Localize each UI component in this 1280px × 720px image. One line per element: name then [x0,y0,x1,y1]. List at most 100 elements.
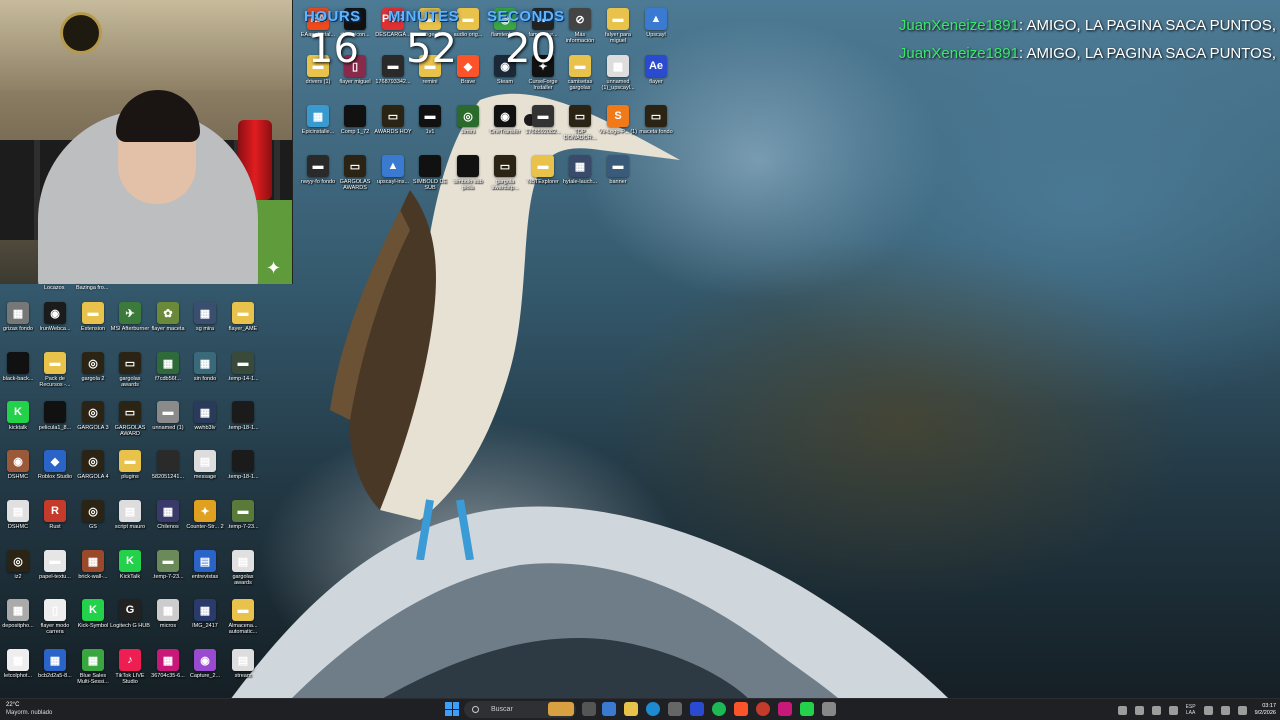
desktop-icon[interactable]: ◉ OneTransfer [486,105,524,151]
desktop-icon[interactable]: pelicula1_8... [36,401,74,447]
desktop-icon[interactable]: ▬ Pack de Recursos -... [36,352,74,398]
desktop-icon[interactable]: G Logitech G HUB [110,599,150,645]
desktop-icon[interactable]: Comp 1_72 [336,105,374,151]
app-icon[interactable] [690,702,704,716]
desktop-icon[interactable]: ▦ letcolphot... [0,649,37,695]
volume-icon[interactable] [1220,705,1230,715]
weather-widget[interactable]: 22°C Mayorm. nublado [6,701,52,717]
desktop-icon[interactable]: ▦ sg mira [186,302,224,348]
desktop-icon[interactable]: SIMBOLO DE SUB [411,155,449,201]
desktop-icon[interactable]: ▦ bcb2d2a5-8... [36,649,74,695]
desktop-icon[interactable]: ▤ script mauro [111,500,149,546]
desktop-icon[interactable]: ▭ gargola awardstp... [486,155,524,201]
desktop-icon[interactable]: simbolo sub piola [449,155,487,201]
desktop-icon[interactable]: ▭ GARGOLAS AWARDS [336,155,374,201]
desktop-icon[interactable]: ▦ micros [149,599,187,645]
desktop-icon[interactable]: R Rust [36,500,74,546]
desktop-icon[interactable]: ◉ IrunWebca... [36,302,74,348]
copilot-icon[interactable] [602,702,616,716]
edge-icon[interactable] [646,702,660,716]
desktop-icon[interactable]: ▬ .temp-7-23... [149,550,187,596]
wifi-icon[interactable] [1203,705,1213,715]
desktop-icon[interactable]: ◎ GARGOLA 3 [74,401,112,447]
desktop-icon[interactable]: K KickTalk [111,550,149,596]
widget-icon[interactable] [548,702,574,716]
desktop-icon[interactable]: ◎ iz2 [0,550,37,596]
desktop-icon[interactable]: ▲ Upscayl [637,8,675,54]
desktop-icon[interactable]: ▬ 1v1 [411,105,449,151]
desktop-icon[interactable]: ◎ Jimini [449,105,487,151]
desktop-icon[interactable]: ▭ AWARDS HOY [374,105,412,151]
desktop-icon[interactable]: ▦ depositpho... [0,599,37,645]
desktop-icon[interactable]: ◆ Roblox Studio [36,450,74,496]
desktop-icon[interactable]: ▭ maceta fondo [637,105,675,151]
start-button[interactable] [445,702,459,716]
desktop-icon[interactable]: ✿ flayer maceta [149,302,187,348]
desktop-icon[interactable]: ▦ brick-wall-... [74,550,112,596]
desktop-icon[interactable]: ▭ GARGOLAS AWARD [111,401,149,447]
tray-app-icon[interactable] [1168,705,1178,715]
desktop-icon[interactable]: ▬ 1768592082... [524,105,562,151]
desktop-icon[interactable]: ▤ DSHMC [0,500,37,546]
desktop-icon[interactable]: ▦ grizas fondo [0,302,37,348]
desktop-icon[interactable]: ▬ plugins [111,450,149,496]
desktop-icon[interactable]: black-back... [0,352,37,398]
battery-icon[interactable] [1237,705,1247,715]
desktop-icon[interactable]: ▤ message [186,450,224,496]
spotify-icon[interactable] [712,702,726,716]
desktop-icon[interactable]: ▤ entrevistas [186,550,224,596]
tray-app-icon[interactable] [1151,705,1161,715]
desktop-icon[interactable]: ▬ flayer_AME [224,302,262,348]
desktop-icon[interactable]: ▬ papel-textu... [36,550,74,596]
desktop-icon[interactable]: ▭ TOP DONADOR... [561,105,599,151]
desktop-icon[interactable]: Kkicktalk [0,401,37,447]
desktop-icon[interactable]: ▦ Chilenos [149,500,187,546]
desktop-icon[interactable]: S Vs-Logo-P... (1) [599,105,637,151]
desktop-icon[interactable]: ▬ banner [599,155,637,201]
desktop-icon[interactable]: ▬ unnamed (1) [149,401,187,447]
brave-icon[interactable] [734,702,748,716]
kick-icon[interactable] [800,702,814,716]
desktop-icon[interactable]: ▦ hytale-lauch... [561,155,599,201]
chevron-up-icon[interactable] [1117,705,1127,715]
desktop-icon[interactable]: ▬ NBTExplorer [524,155,562,201]
desktop-icon[interactable]: ▦ Blue Sales Multi-Sessi... [74,649,112,695]
desktop-icon[interactable]: ◎ GARGOLA 4 [74,450,112,496]
desktop-icon[interactable]: K Kick-Symbol [74,599,112,645]
desktop-icon[interactable]: ▦ 36704c35-6... [149,649,187,695]
desktop-icon[interactable]: ◉ DSHMC [0,450,37,496]
desktop-icon[interactable]: ▦ sin fondo [186,352,224,398]
media-icon[interactable] [778,702,792,716]
desktop-icon[interactable]: ▬ falyer para miguel [599,8,637,54]
desktop-icon[interactable]: ▬ .temp-7-23... [224,500,262,546]
desktop-icon[interactable]: ◉ Capture_2... [186,649,224,695]
desktop-icon[interactable]: Ae flayer [637,55,675,101]
task-view-icon[interactable] [582,702,596,716]
desktop-icon[interactable]: ▤ gargolas awards [224,550,262,596]
desktop-icon[interactable]: ▯ flayer modo carrera [36,599,74,645]
desktop-icon[interactable]: ◎ gargola 2 [74,352,112,398]
clock[interactable]: 03:17 9/2/2026 [1255,703,1276,717]
file-explorer-icon[interactable] [624,702,638,716]
desktop-icon[interactable]: ▬ nwyy-fo fondo [299,155,337,201]
desktop-icon[interactable]: ♪ TikTok LIVE Studio [111,649,149,695]
desktop-icon[interactable]: ▦ IMG_2417 [186,599,224,645]
tray-app-icon[interactable] [1134,705,1144,715]
desktop-icon[interactable]: ✦ Counter-Str... 2 [186,500,224,546]
store-icon[interactable] [668,702,682,716]
desktop-icon[interactable]: ▬ .temp-14-1... [224,352,262,398]
desktop-icon[interactable]: ▭ gargolas awards [111,352,149,398]
language-indicator[interactable]: ESP LAA [1186,704,1196,716]
desktop-icon[interactable]: ▦ f7cdb56f... [149,352,187,398]
desktop-icon[interactable]: .temp-18-1... [224,450,262,496]
desktop-icon[interactable]: .temp-18-1... [224,401,262,447]
desktop-icon[interactable]: ▲ upscayl-ins... [374,155,412,201]
desktop-icon[interactable]: ▬ Extension [74,302,112,348]
obs-icon[interactable] [756,702,770,716]
desktop-icon[interactable]: ▦ unnamed (1)_upscayl... [599,55,637,101]
desktop-icon[interactable]: ◎ GS [74,500,112,546]
app-icon[interactable] [822,702,836,716]
desktop-icon[interactable]: ▬ Almacena... automatic... [224,599,262,645]
desktop-icon[interactable]: 582051241... [149,450,187,496]
desktop-icon[interactable]: ▤ stream [224,649,262,695]
